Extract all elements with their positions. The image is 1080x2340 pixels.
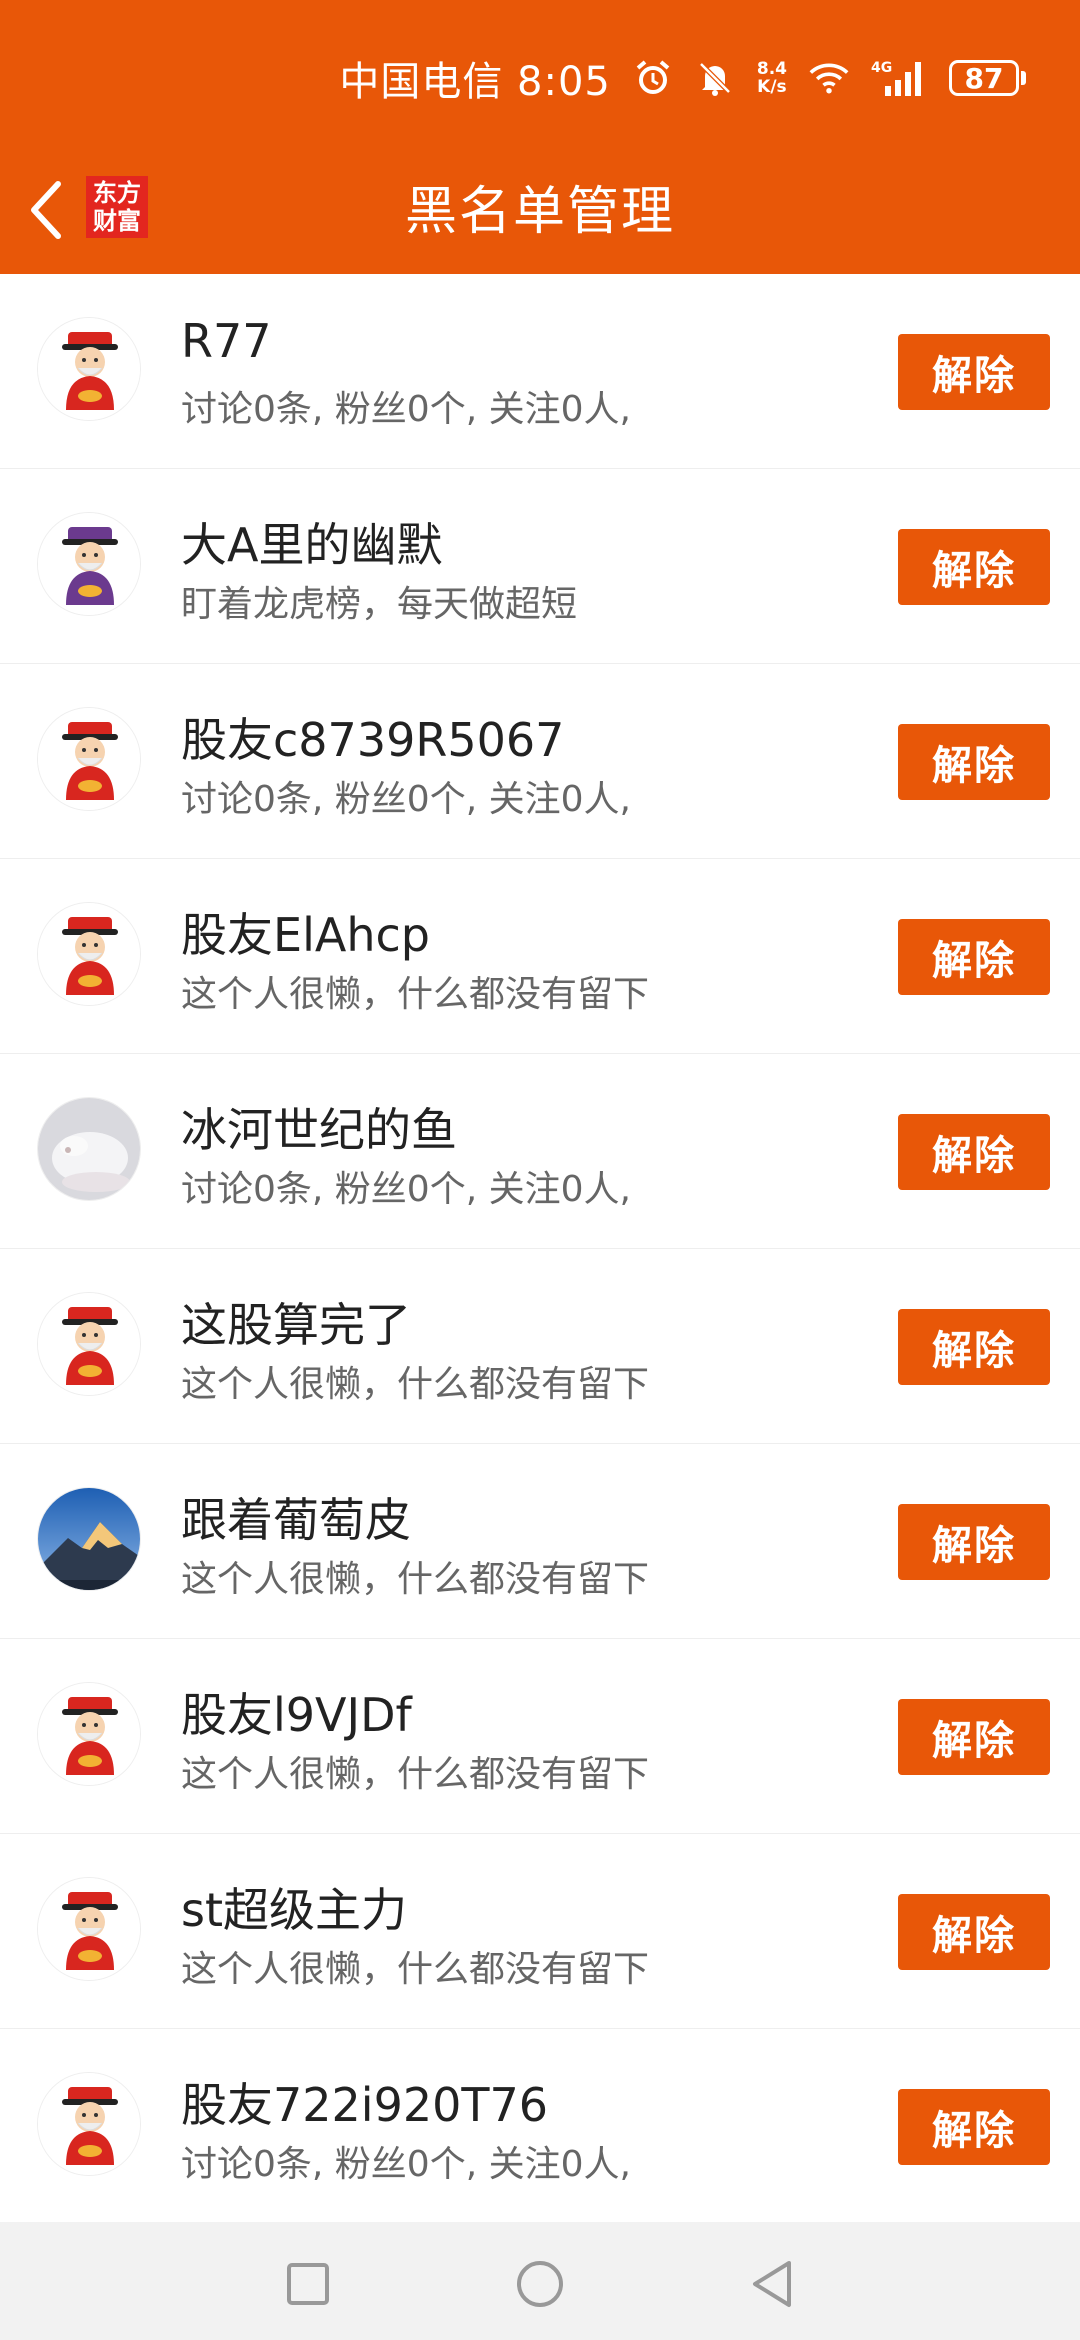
user-description: 这个人很懒，什么都没有留下 [181,1364,650,1405]
list-item[interactable]: R77 讨论0条, 粉丝0个, 关注0人, 解除 [0,274,1080,469]
list-item[interactable]: 大A里的幽默盯着龙虎榜，每天做超短 解除 [0,469,1080,664]
user-name: R77 [181,314,272,368]
unblock-button[interactable]: 解除 [898,1504,1050,1580]
user-description: 讨论0条, 粉丝0个, 关注0人, [181,2144,631,2185]
user-description: 讨论0条, 粉丝0个, 关注0人, [181,779,631,820]
user-name: 冰河世纪的鱼 [181,1103,457,1157]
user-description: 这个人很懒，什么都没有留下 [181,974,650,1015]
battery-level: 87 [949,60,1019,96]
carrier-time: 中国电信 8:05 [339,59,611,105]
app-bar: 东方 财富 黑名单管理 [0,150,1080,274]
user-name: 大A里的幽默 [181,518,443,572]
unblock-button[interactable]: 解除 [898,1699,1050,1775]
list-item[interactable]: 这股算完了这个人很懒，什么都没有留下 解除 [0,1249,1080,1444]
user-description: 盯着龙虎榜，每天做超短 [181,584,578,625]
user-name: 这股算完了 [181,1298,411,1352]
back-triangle-icon[interactable] [742,2254,802,2314]
network-type: 4G [871,60,892,76]
avatar[interactable] [37,512,141,616]
list-item[interactable]: 冰河世纪的鱼讨论0条, 粉丝0个, 关注0人, 解除 [0,1054,1080,1249]
alarm-icon [633,58,673,98]
list-item[interactable]: st超级主力这个人很懒，什么都没有留下 解除 [0,1834,1080,2029]
status-bar-right: 中国电信 8:05 8.4 K/s 4G 87 [339,50,1026,106]
user-name: 股友c8739R5067 [181,713,565,767]
wifi-icon [809,58,849,98]
avatar[interactable] [37,1487,141,1591]
avatar[interactable] [37,1097,141,1201]
avatar[interactable] [37,317,141,421]
recents-square-icon[interactable] [278,2254,338,2314]
list-item[interactable]: 股友722i920T76 讨论0条, 粉丝0个, 关注0人, 解除 [0,2029,1080,2224]
avatar[interactable] [37,1292,141,1396]
unblock-button[interactable]: 解除 [898,1114,1050,1190]
blacklist: R77 讨论0条, 粉丝0个, 关注0人, 解除 大A里的幽默 盯着龙虎榜，每天做超短解… [0,274,1080,2224]
home-circle-icon[interactable] [510,2254,570,2314]
unblock-button[interactable]: 解除 [898,1309,1050,1385]
unblock-button[interactable]: 解除 [898,2089,1050,2165]
signal-icon: 4G [871,58,927,98]
user-name: 跟着葡萄皮 [181,1493,411,1547]
user-description: 这个人很懒，什么都没有留下 [181,1949,650,1990]
mute-bell-icon [695,58,735,98]
page-title: 黑名单管理 [404,182,675,242]
user-description: 这个人很懒，什么都没有留下 [181,1559,650,1600]
system-nav-bar [0,2222,1080,2340]
unblock-button[interactable]: 解除 [898,919,1050,995]
avatar[interactable] [37,707,141,811]
avatar[interactable] [37,902,141,1006]
list-item[interactable]: 股友c8739R5067 讨论0条, 粉丝0个, 关注0人, 解除 [0,664,1080,859]
user-description: 讨论0条, 粉丝0个, 关注0人, [181,389,631,430]
user-name: 股友ElAhcp [181,908,430,962]
battery-icon: 87 [949,60,1026,96]
user-name: 股友722i920T76 [181,2078,549,2132]
unblock-button[interactable]: 解除 [898,1894,1050,1970]
user-name: 股友l9VJDf [181,1688,412,1742]
unblock-button[interactable]: 解除 [898,334,1050,410]
status-bar: 中国电信 8:05 8.4 K/s 4G 87 [0,0,1080,150]
list-item[interactable]: 跟着葡萄皮这个人很懒，什么都没有留下 解除 [0,1444,1080,1639]
user-name: st超级主力 [181,1883,408,1937]
user-description: 讨论0条, 粉丝0个, 关注0人, [181,1169,631,1210]
list-item[interactable]: 股友ElAhcp 这个人很懒，什么都没有留下 解除 [0,859,1080,1054]
network-speed: 8.4 K/s [756,59,787,97]
avatar[interactable] [37,1877,141,1981]
avatar[interactable] [37,1682,141,1786]
user-description: 这个人很懒，什么都没有留下 [181,1754,650,1795]
unblock-button[interactable]: 解除 [898,724,1050,800]
avatar[interactable] [37,2072,141,2176]
unblock-button[interactable]: 解除 [898,529,1050,605]
list-item[interactable]: 股友l9VJDf 这个人很懒，什么都没有留下 解除 [0,1639,1080,1834]
